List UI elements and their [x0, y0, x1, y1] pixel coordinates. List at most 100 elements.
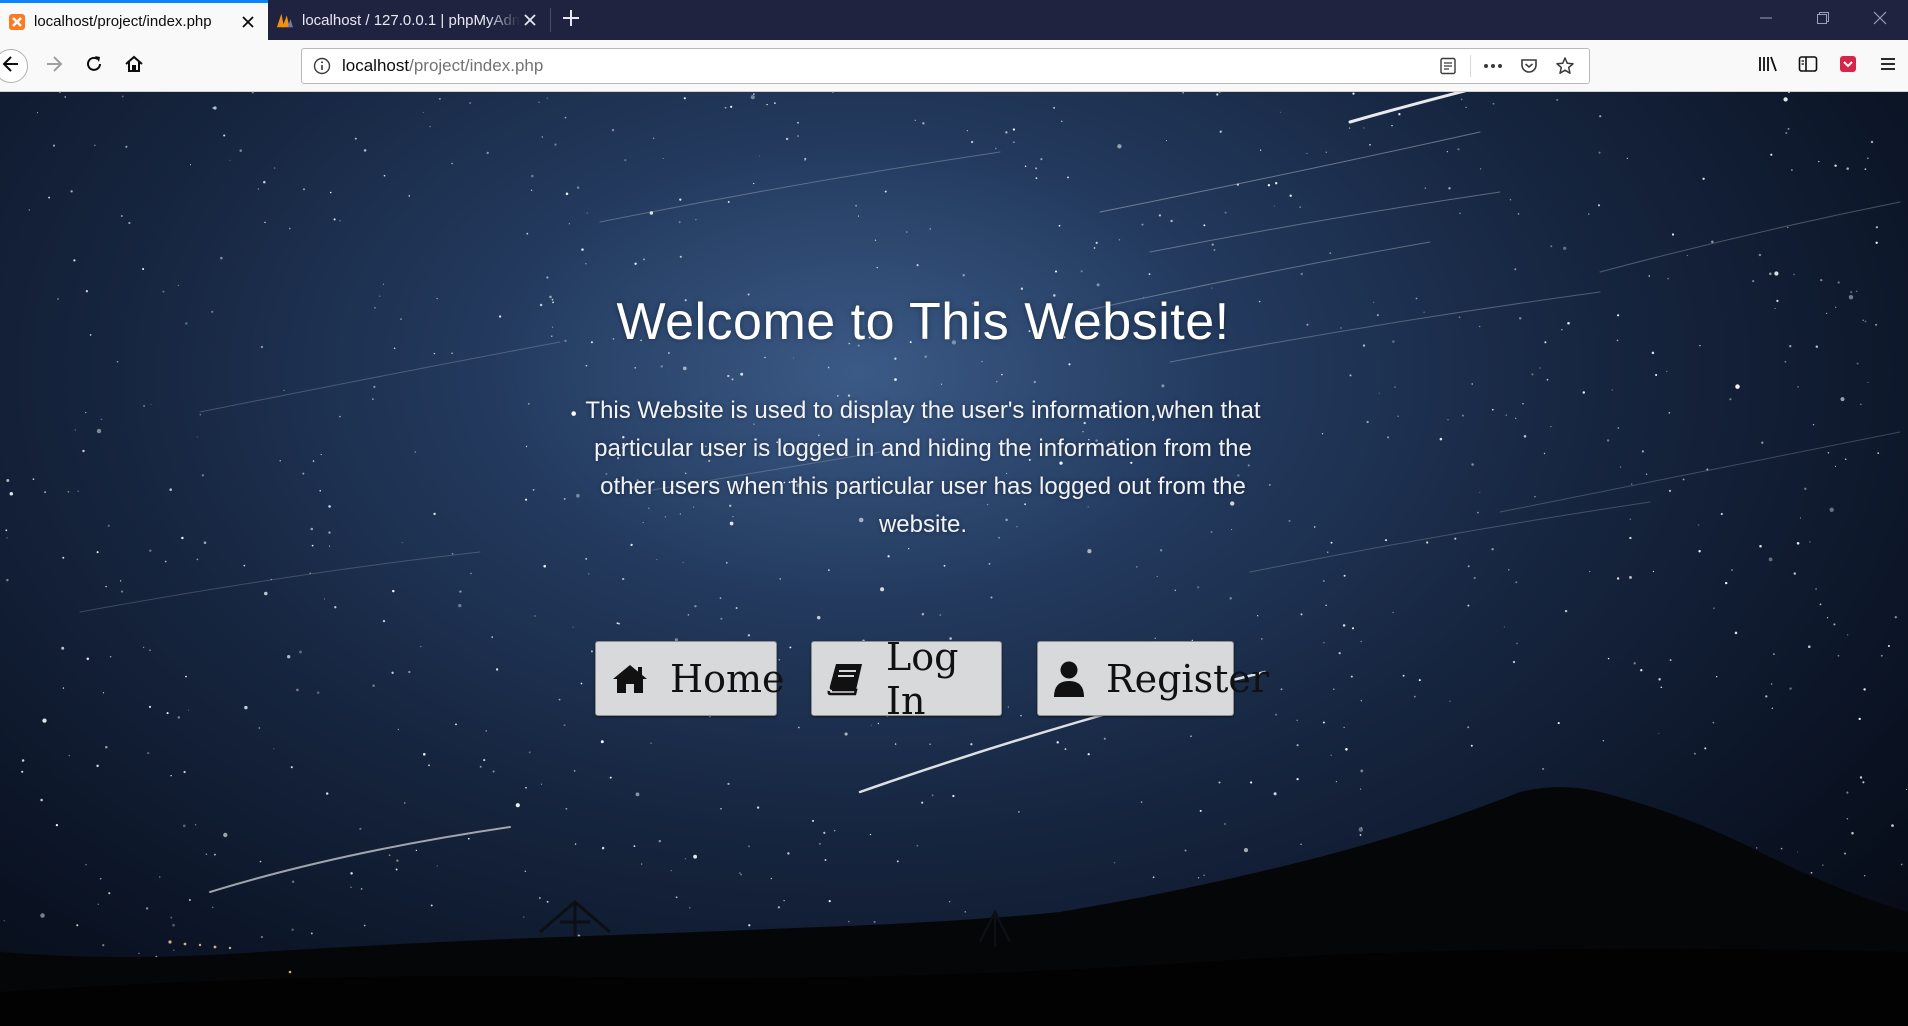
star	[1087, 753, 1090, 756]
star	[1712, 721, 1715, 724]
reader-view-icon[interactable]	[1430, 50, 1466, 82]
star	[990, 596, 993, 599]
star	[1648, 275, 1650, 277]
star	[350, 872, 353, 875]
star	[459, 590, 462, 593]
forward-button[interactable]	[38, 50, 70, 82]
star	[1891, 824, 1894, 827]
star	[263, 180, 266, 184]
star	[779, 578, 782, 580]
star	[658, 839, 662, 843]
star	[220, 256, 223, 260]
star	[1517, 213, 1520, 215]
star	[1299, 206, 1301, 208]
home-button[interactable]	[118, 50, 150, 82]
star	[528, 403, 530, 405]
tab-project-index[interactable]: localhost/project/index.php	[0, 0, 268, 40]
star	[359, 827, 362, 831]
star	[183, 770, 186, 774]
star	[1397, 415, 1399, 417]
star	[302, 188, 306, 191]
star	[1894, 616, 1897, 619]
star	[1599, 115, 1602, 118]
star	[720, 807, 722, 810]
star	[264, 221, 266, 224]
new-tab-button[interactable]	[551, 0, 591, 40]
login-button[interactable]: Log In	[811, 635, 1002, 723]
star	[777, 906, 781, 909]
star	[1815, 588, 1818, 590]
restore-button[interactable]	[1794, 0, 1851, 40]
url-bar[interactable]: localhost/project/index.php	[301, 48, 1590, 84]
star	[149, 549, 152, 552]
star	[740, 372, 744, 376]
star	[1906, 788, 1908, 790]
star	[576, 186, 580, 189]
star	[1448, 187, 1451, 190]
close-icon[interactable]	[520, 10, 540, 30]
pocket-toolbar-button[interactable]	[1828, 50, 1868, 82]
register-button[interactable]: Register	[1037, 641, 1269, 716]
star	[1190, 735, 1192, 738]
star	[543, 564, 546, 568]
star	[279, 460, 281, 462]
sidebar-button[interactable]	[1788, 50, 1828, 82]
star	[541, 136, 543, 138]
star	[871, 724, 873, 726]
close-icon[interactable]	[238, 12, 258, 32]
star	[1035, 167, 1038, 170]
star	[1793, 273, 1795, 276]
info-icon[interactable]	[302, 57, 342, 75]
url-text[interactable]: localhost/project/index.php	[342, 56, 1430, 76]
star	[1758, 253, 1762, 257]
tab-phpmyadmin[interactable]: localhost / 127.0.0.1 | phpMyAdmin	[268, 0, 550, 40]
star	[1471, 463, 1474, 466]
star	[395, 868, 398, 871]
star	[6, 578, 9, 582]
star	[329, 545, 331, 547]
star	[145, 907, 149, 910]
star	[600, 740, 604, 744]
star	[105, 585, 107, 588]
pocket-icon[interactable]	[1511, 50, 1547, 82]
star	[679, 255, 682, 258]
star	[611, 128, 615, 132]
bookmark-star-icon[interactable]	[1547, 50, 1583, 82]
star	[1359, 834, 1362, 836]
star	[211, 906, 214, 909]
reload-button[interactable]	[78, 50, 110, 82]
star	[546, 276, 549, 279]
star	[1855, 290, 1858, 293]
star	[403, 802, 406, 804]
star	[1557, 722, 1560, 725]
menu-button[interactable]	[1868, 50, 1908, 82]
star	[99, 877, 102, 880]
star	[1508, 569, 1510, 571]
close-window-button[interactable]	[1851, 0, 1908, 40]
star	[587, 573, 590, 575]
star	[720, 617, 723, 620]
star	[824, 859, 827, 861]
minimize-icon	[1759, 11, 1772, 29]
star	[1378, 392, 1380, 394]
minimize-button[interactable]	[1737, 0, 1794, 40]
star	[524, 870, 526, 872]
more-actions-icon[interactable]	[1475, 50, 1511, 82]
star	[392, 589, 395, 593]
star	[662, 157, 664, 159]
star	[564, 116, 567, 119]
star	[1182, 92, 1184, 94]
back-button[interactable]	[0, 49, 28, 83]
star	[1783, 97, 1788, 102]
star	[785, 137, 789, 141]
star	[1875, 226, 1879, 229]
library-button[interactable]	[1748, 50, 1788, 82]
star	[1846, 167, 1849, 170]
hero-description: This Website is used to display the user…	[585, 397, 1261, 538]
star	[1394, 386, 1396, 388]
home-button[interactable]: Home	[595, 641, 785, 716]
star	[1439, 437, 1443, 441]
star	[528, 751, 531, 754]
star	[539, 897, 541, 899]
star	[1343, 574, 1346, 577]
